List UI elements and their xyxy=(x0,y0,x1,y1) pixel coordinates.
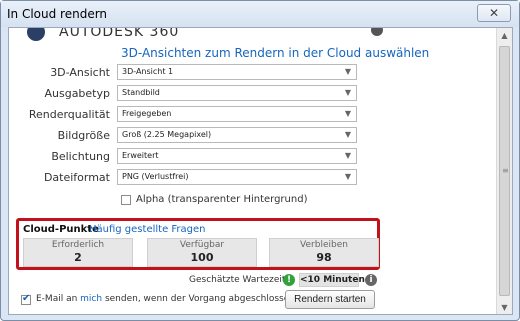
stat-value: 2 xyxy=(74,251,82,264)
grip-icon: ≡ xyxy=(502,166,509,175)
dialog-content: AUTODESK 360 3D-Ansichten zum Rendern in… xyxy=(8,27,513,315)
email-label: E-Mail an mich senden, wenn der Vorgang … xyxy=(36,294,309,304)
chevron-down-icon: ▼ xyxy=(344,151,351,160)
wait-label: Geschätzte Wartezeit xyxy=(189,275,286,285)
chevron-down-icon: ▼ xyxy=(344,130,351,139)
close-button[interactable]: ✕ xyxy=(477,4,511,22)
label-exposure: Belichtung xyxy=(51,150,110,163)
stat-required: Erforderlich 2 xyxy=(23,238,133,267)
cloud-points-panel: Cloud-Punkte Häufig gestellte Fragen Erf… xyxy=(16,218,380,270)
dialog-window: In Cloud rendern ✕ AUTODESK 360 3D-Ansic… xyxy=(0,0,520,321)
stat-remaining: Verbleiben 98 xyxy=(269,238,379,267)
label-3d-view: 3D-Ansicht xyxy=(50,66,110,79)
brand-dot-icon xyxy=(371,28,383,36)
select-value: PNG (Verlustfrei) xyxy=(122,172,189,181)
scroll-down-icon[interactable]: ▼ xyxy=(497,300,512,314)
faq-link[interactable]: Häufig gestellte Fragen xyxy=(89,224,206,235)
label-render-quality: Renderqualität xyxy=(28,108,110,121)
select-output-type[interactable]: Standbild ▼ xyxy=(117,85,357,101)
info-icon[interactable]: i xyxy=(365,274,377,286)
chevron-down-icon: ▼ xyxy=(344,88,351,97)
select-value: Freigegeben xyxy=(122,109,172,118)
alpha-checkbox[interactable] xyxy=(121,195,131,205)
select-image-size[interactable]: Groß (2.25 Megapixel) ▼ xyxy=(117,127,357,143)
stat-value: 98 xyxy=(316,251,332,264)
window-title: In Cloud rendern xyxy=(7,7,108,21)
email-suffix: senden, wenn der Vorgang abgeschlossen i… xyxy=(102,294,309,304)
label-output-type: Ausgabetyp xyxy=(44,87,110,100)
label-file-format: Dateiformat xyxy=(43,171,110,184)
stat-label: Verbleiben xyxy=(300,240,348,250)
select-file-format[interactable]: PNG (Verlustfrei) ▼ xyxy=(117,169,357,185)
select-3d-view[interactable]: 3D-Ansicht 1 ▼ xyxy=(117,64,357,80)
stat-label: Erforderlich xyxy=(51,240,105,250)
title-bar: In Cloud rendern ✕ xyxy=(1,1,519,27)
chevron-down-icon: ▼ xyxy=(344,172,351,181)
stat-available: Verfügbar 100 xyxy=(147,238,257,267)
select-exposure[interactable]: Erweitert ▼ xyxy=(117,148,357,164)
chevron-down-icon: ▼ xyxy=(344,109,351,118)
autodesk-logo-icon xyxy=(27,28,45,41)
select-render-quality[interactable]: Freigegeben ▼ xyxy=(117,106,357,122)
label-image-size: Bildgröße xyxy=(57,129,110,142)
wait-badge: <10 Minuten xyxy=(299,273,365,287)
stat-value: 100 xyxy=(190,251,214,264)
close-icon: ✕ xyxy=(488,6,500,20)
select-value: 3D-Ansicht 1 xyxy=(122,67,174,76)
cloud-points-title: Cloud-Punkte xyxy=(23,224,99,235)
brand-header: AUTODESK 360 xyxy=(27,28,397,44)
checkmark-icon: ✔ xyxy=(22,293,31,304)
select-value: Groß (2.25 Megapixel) xyxy=(122,130,212,139)
page-heading: 3D-Ansichten zum Rendern in der Cloud au… xyxy=(121,46,430,60)
alpha-label: Alpha (transparenter Hintergrund) xyxy=(136,194,308,205)
select-value: Standbild xyxy=(122,88,160,97)
scroll-thumb[interactable]: ≡ xyxy=(499,46,510,296)
email-checkbox[interactable]: ✔ xyxy=(21,293,31,305)
email-prefix: E-Mail an xyxy=(36,294,81,304)
select-value: Erweitert xyxy=(122,151,159,160)
brand-text: AUTODESK 360 xyxy=(59,28,180,40)
start-render-button[interactable]: Rendern starten xyxy=(285,290,375,309)
alert-icon: ! xyxy=(283,274,295,286)
email-link[interactable]: mich xyxy=(80,294,102,304)
chevron-down-icon: ▼ xyxy=(344,67,351,76)
scroll-up-icon[interactable]: ▲ xyxy=(497,28,512,44)
vertical-scrollbar[interactable]: ▲ ≡ ▼ xyxy=(496,28,512,314)
stat-label: Verfügbar xyxy=(179,240,225,250)
